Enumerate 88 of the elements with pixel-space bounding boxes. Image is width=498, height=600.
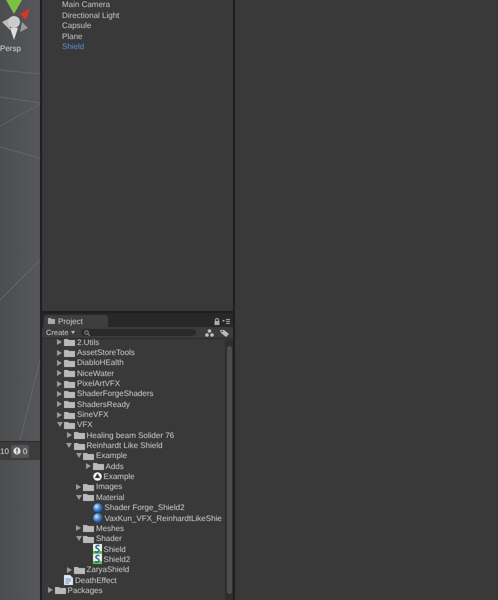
folder-icon [74, 442, 84, 450]
expanded-arrow-icon[interactable] [66, 443, 72, 448]
warning-icon [12, 447, 21, 455]
collapsed-arrow-icon[interactable] [86, 463, 90, 470]
collapsed-arrow-icon[interactable] [57, 350, 62, 356]
asset-item[interactable]: Example [96, 451, 128, 460]
asset-item[interactable]: VFX [77, 420, 93, 430]
hierarchy-item[interactable]: Plane [42, 32, 233, 42]
folder-icon [92, 462, 104, 470]
scrollbar[interactable] [225, 340, 233, 600]
collapsed-arrow-icon[interactable] [76, 484, 81, 490]
collapsed-arrow-icon[interactable] [57, 339, 62, 346]
asset-item[interactable]: NiceWater [77, 368, 114, 378]
collapsed-arrow-icon[interactable] [66, 566, 72, 573]
folder-icon [74, 431, 84, 440]
asset-item[interactable]: ZaryaShield [86, 565, 130, 574]
hierarchy-item[interactable]: Main Camera [42, 0, 233, 10]
folder-icon [54, 586, 66, 594]
asset-item[interactable]: Shader Forge_Shield2 [104, 503, 185, 512]
document-icon [64, 575, 73, 586]
collapsed-arrow-icon[interactable] [57, 390, 62, 397]
asset-item[interactable]: Material [96, 492, 124, 502]
search-icon [84, 330, 90, 336]
scene-icon [92, 472, 102, 482]
collapsed-arrow-icon[interactable] [57, 370, 62, 376]
asset-item[interactable]: VaxKun_VFX_ReinhardtLikeShie [104, 514, 222, 523]
warning-count-toggle[interactable]: 0 [10, 444, 30, 458]
collapsed-arrow-icon[interactable] [57, 401, 62, 408]
folder-icon [64, 390, 75, 398]
asset-item[interactable]: PixelArtVFX [77, 379, 120, 388]
expanded-arrow-icon[interactable] [56, 422, 62, 428]
lock-icon[interactable] [214, 318, 220, 324]
hierarchy-item[interactable]: Directional Light [42, 10, 233, 21]
collapsed-arrow-icon[interactable] [57, 360, 62, 366]
panel-menu-icon[interactable] [222, 318, 230, 324]
filter-by-type-icon[interactable] [205, 328, 214, 336]
log-count: 10 [0, 446, 9, 456]
folder-icon [83, 524, 94, 532]
expanded-arrow-icon[interactable] [76, 453, 82, 458]
project-tab[interactable]: Project [44, 315, 108, 327]
folder-icon [74, 566, 84, 574]
expanded-arrow-icon[interactable] [76, 494, 82, 500]
folder-icon [64, 348, 75, 357]
asset-item[interactable]: AssetStoreTools [77, 348, 135, 358]
folder-icon [64, 410, 75, 419]
asset-item[interactable]: Shield [104, 544, 126, 554]
sphere-icon [92, 502, 102, 513]
collapsed-arrow-icon[interactable] [48, 587, 52, 594]
asset-item[interactable]: Images [96, 482, 122, 492]
asset-item[interactable]: Shader [96, 534, 122, 544]
asset-item[interactable]: DeathEffect [75, 576, 117, 585]
folder-icon [64, 380, 75, 388]
asset-item[interactable]: Healing beam Solider 76 [86, 430, 174, 440]
folder-icon [83, 493, 94, 502]
folder-icon [83, 452, 94, 460]
shader-file-icon [92, 544, 102, 554]
tag-icon[interactable] [220, 328, 229, 336]
asset-item[interactable]: Example [104, 472, 135, 482]
hierarchy-item[interactable]: Capsule [42, 21, 233, 32]
sphere-icon [92, 513, 102, 524]
asset-item[interactable]: Reinhardt Like Shield [86, 441, 163, 450]
caret-icon [70, 331, 75, 334]
asset-item[interactable]: Packages [68, 586, 103, 595]
asset-item[interactable]: ShadersReady [77, 400, 130, 409]
collapsed-arrow-icon[interactable] [57, 380, 62, 387]
camera-projection-label[interactable]: Persp [0, 40, 40, 53]
asset-item[interactable]: Meshes [96, 524, 124, 533]
expanded-arrow-icon[interactable] [76, 536, 82, 542]
scrollbar-thumb[interactable] [226, 346, 232, 594]
folder-icon [64, 369, 75, 378]
search-field[interactable] [80, 329, 196, 336]
asset-item[interactable]: 2.Utils [77, 338, 100, 347]
asset-item[interactable]: SineVFX [77, 410, 109, 420]
collapsed-arrow-icon[interactable] [76, 525, 81, 532]
collapsed-arrow-icon[interactable] [66, 432, 72, 438]
folder-icon [83, 534, 94, 543]
folder-icon [48, 318, 55, 324]
collapsed-arrow-icon[interactable] [57, 412, 62, 418]
folder-icon [64, 400, 75, 408]
folder-icon [64, 420, 75, 429]
asset-item[interactable]: Adds [106, 462, 124, 471]
folder-icon [64, 358, 75, 367]
asset-item[interactable]: DiabloHEalth [77, 358, 124, 368]
folder-icon [83, 482, 94, 491]
asset-item[interactable]: Shield2 [104, 554, 130, 564]
asset-item[interactable]: ShaderForgeShaders [77, 389, 154, 398]
orientation-gizmo-icon[interactable] [0, 0, 30, 40]
shader-file-icon [92, 554, 102, 564]
